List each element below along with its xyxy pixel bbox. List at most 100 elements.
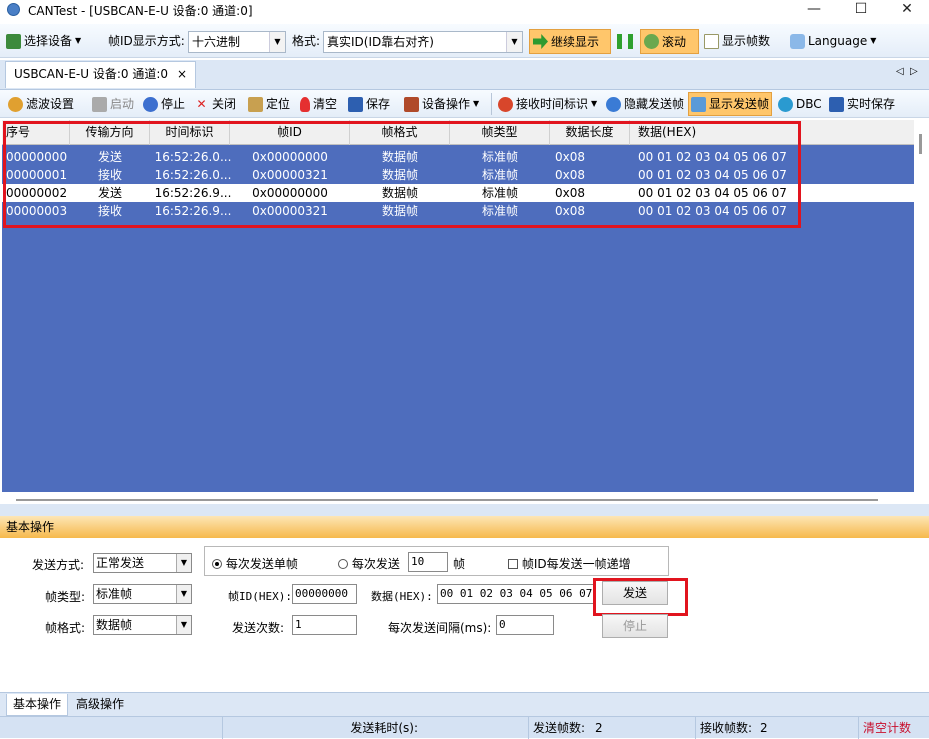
format-label: 格式: — [292, 34, 321, 48]
basic-ops-panel: 发送方式: 正常发送 ▼ 每次发送单帧 每次发送 10 帧 帧ID每发送一帧递增 … — [0, 538, 929, 692]
radio-multi-frame[interactable]: 每次发送 — [338, 555, 400, 572]
dbc-button[interactable]: DBC — [778, 93, 822, 115]
bottom-tab-strip: 基本操作 高级操作 — [0, 692, 929, 716]
tab-basic-ops[interactable]: 基本操作 — [6, 694, 69, 716]
pause-button[interactable] — [617, 30, 633, 52]
save-icon — [348, 96, 363, 112]
close-tab-icon[interactable]: × — [177, 62, 187, 87]
show-frame-count-button[interactable]: 显示帧数 — [704, 30, 770, 52]
tab-advanced-ops[interactable]: 高级操作 — [70, 694, 130, 716]
send-mode-value: 正常发送 — [96, 556, 145, 570]
select-device-label: 选择设备 — [24, 34, 73, 48]
language-icon — [790, 33, 805, 49]
document-tab[interactable]: USBCAN-E-U 设备:0 通道:0 × — [5, 61, 196, 88]
save-label: 保存 — [366, 97, 391, 111]
show-send-frames-label: 显示发送帧 — [709, 97, 770, 111]
channel-toolbar: 滤波设置 启动 停止 ✕ 关闭 定位 清空 保存 设备操作 ▼ 接收时间标识 ▼ 隐藏… — [0, 90, 929, 118]
send-frames-label: 发送帧数: — [528, 717, 592, 739]
recv-timestamp-label: 接收时间标识 — [516, 97, 589, 111]
inc-id-checkbox[interactable]: 帧ID每发送一帧递增 — [508, 555, 631, 572]
show-icon — [691, 96, 706, 112]
interval-input[interactable]: 0 — [496, 615, 554, 635]
locate-button[interactable]: 定位 — [248, 93, 290, 115]
frame-id-mode-value: 十六进制 — [192, 35, 241, 49]
data-hex-input[interactable]: 00 01 02 03 04 05 06 07 — [437, 584, 594, 604]
close-device-button[interactable]: ✕ 关闭 — [194, 93, 236, 115]
close-device-label: 关闭 — [212, 97, 237, 111]
close-icon: ✕ — [196, 96, 207, 111]
language-menu[interactable]: Language ▼ — [790, 30, 876, 52]
scroll-thumb[interactable] — [16, 499, 878, 501]
window-title: CANTest - [USBCAN-E-U 设备:0 通道:0] — [28, 4, 253, 18]
basic-ops-header: 基本操作 — [0, 516, 929, 538]
start-icon — [92, 96, 107, 112]
document-icon — [704, 33, 719, 49]
inc-id-label: 帧ID每发送一帧递增 — [521, 557, 631, 571]
hide-icon — [606, 96, 621, 112]
tab-next-icon[interactable]: ▷ — [910, 66, 918, 77]
close-window-button[interactable]: ✕ — [884, 0, 929, 20]
radio-single-label: 每次发送单帧 — [225, 557, 298, 571]
tab-prev-icon[interactable]: ◁ — [896, 66, 904, 77]
toolbar-separator — [491, 93, 492, 115]
device-ops-label: 设备操作 — [422, 97, 471, 111]
frame-id-mode-select[interactable]: 十六进制 ▼ — [188, 31, 286, 53]
scroll-toggle-button[interactable]: 滚动 — [640, 29, 699, 54]
send-count-label: 发送次数: — [232, 621, 285, 635]
arrow-right-icon — [533, 34, 548, 49]
chevron-down-icon: ▼ — [176, 554, 191, 572]
send-time-label: 发送耗时(s): — [222, 717, 528, 739]
dbc-icon — [778, 96, 793, 112]
select-device-button[interactable]: 选择设备 ▼ — [6, 30, 81, 52]
realtime-save-label: 实时保存 — [847, 97, 896, 111]
show-send-frames-button[interactable]: 显示发送帧 — [688, 92, 773, 116]
filter-settings-button[interactable]: 滤波设置 — [8, 93, 74, 115]
multi-count-input[interactable]: 10 — [408, 552, 448, 572]
pause-icon — [617, 33, 622, 49]
stop-icon — [143, 96, 158, 112]
send-mode-label: 发送方式: — [32, 558, 85, 572]
clear-button[interactable]: 清空 — [300, 93, 337, 115]
send-mode-select[interactable]: 正常发送 ▼ — [93, 553, 192, 573]
maximize-button[interactable]: ☐ — [838, 0, 884, 20]
send-count-input[interactable]: 1 — [292, 615, 357, 635]
recv-frames-label: 接收帧数: — [695, 717, 757, 739]
stop-send-button[interactable]: 停止 — [602, 614, 668, 638]
stop-label: 停止 — [161, 97, 186, 111]
dropdown-arrow-icon: ▼ — [870, 36, 877, 45]
stop-button[interactable]: 停止 — [143, 93, 185, 115]
data-hex-label: 数据(HEX): — [371, 590, 433, 603]
device-icon — [6, 33, 21, 49]
frame-format-select[interactable]: 数据帧 ▼ — [93, 615, 192, 635]
minimize-button[interactable]: — — [791, 0, 837, 20]
realtime-save-button[interactable]: 实时保存 — [829, 93, 895, 115]
frame-type-select[interactable]: 标准帧 ▼ — [93, 584, 192, 604]
frame-format-label: 帧格式: — [45, 621, 86, 635]
hide-send-frames-button[interactable]: 隐藏发送帧 — [606, 93, 684, 115]
frame-id-mode-label: 帧ID显示方式: — [108, 34, 185, 48]
radio-single-frame[interactable]: 每次发送单帧 — [212, 555, 298, 572]
pause-bar-icon — [628, 33, 633, 49]
radio-checked-icon — [212, 559, 222, 569]
clear-count-button[interactable]: 清空计数 — [858, 717, 929, 739]
recv-timestamp-menu[interactable]: 接收时间标识 ▼ — [498, 93, 597, 115]
scroll-thumb[interactable] — [919, 134, 922, 154]
scroll-label: 滚动 — [662, 34, 687, 49]
chevron-down-icon: ▼ — [269, 32, 285, 52]
radio-unchecked-icon — [338, 559, 348, 569]
splitter[interactable] — [0, 504, 929, 516]
grid-vertical-scrollbar[interactable] — [914, 120, 929, 503]
language-label: Language — [808, 34, 868, 48]
start-button[interactable]: 启动 — [92, 93, 134, 115]
device-ops-menu[interactable]: 设备操作 ▼ — [404, 93, 479, 115]
frame-id-input[interactable]: 00000000 — [292, 584, 357, 604]
grid-horizontal-scrollbar[interactable] — [2, 492, 914, 504]
format-select[interactable]: 真实ID(ID靠右对齐) ▼ — [323, 31, 523, 53]
filter-icon — [8, 96, 23, 112]
show-frame-count-label: 显示帧数 — [722, 34, 771, 48]
status-bar: 发送耗时(s): 发送帧数: 2 接收帧数: 2 清空计数 — [0, 716, 929, 739]
clear-label: 清空 — [313, 97, 338, 111]
main-toolbar: 选择设备 ▼ 帧ID显示方式: 十六进制 ▼ 格式: 真实ID(ID靠右对齐) ▼ 继… — [0, 24, 929, 58]
continue-display-button[interactable]: 继续显示 — [529, 29, 611, 54]
save-button[interactable]: 保存 — [348, 93, 390, 115]
